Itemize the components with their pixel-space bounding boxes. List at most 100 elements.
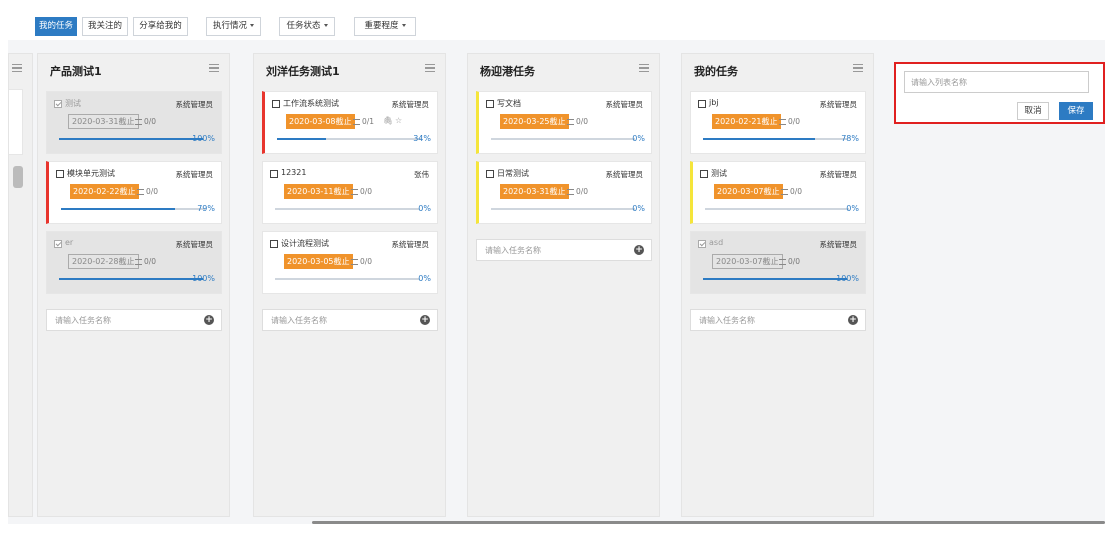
task-checkbox[interactable] (54, 100, 62, 108)
subtask-icon (567, 119, 574, 125)
column-title: 刘洋任务测试1 (266, 65, 340, 78)
task-card[interactable]: 日常测试 系统管理员 2020-03-31截止 0/0 0% (476, 161, 652, 224)
tab-my-tasks[interactable]: 我的任务 (35, 17, 77, 36)
add-task-field: + (476, 239, 652, 261)
horizontal-scrollbar[interactable] (312, 521, 1105, 524)
due-date-badge: 2020-02-21截止 (712, 114, 781, 129)
task-checkbox[interactable] (270, 240, 278, 248)
attachment-icon: 🖇 (383, 116, 394, 125)
task-card[interactable]: er 系统管理员 2020-02-28截止 0/0 100% (46, 231, 222, 294)
toolbar: 我的任务 我关注的 分享给我的 执行情况 任务状态 重要程度 (0, 0, 1105, 40)
subtask-count-value: 0/0 (360, 257, 373, 266)
task-assignee: 系统管理员 (391, 240, 430, 249)
add-icon[interactable]: + (420, 315, 430, 325)
progress-bar-fill (703, 138, 816, 140)
progress-percent: 100% (192, 274, 215, 283)
add-task-input[interactable] (691, 310, 841, 330)
subtask-count: 0/0 (137, 187, 158, 196)
progress-bar-fill (59, 278, 203, 280)
partial-card (9, 89, 23, 155)
task-card[interactable]: asd 系统管理员 2020-03-07截止 0/0 100% (690, 231, 866, 294)
save-button[interactable]: 保存 (1059, 102, 1093, 120)
task-card[interactable]: 测试 系统管理员 2020-03-07截止 0/0 0% (690, 161, 866, 224)
progress-percent: 0% (418, 204, 431, 213)
add-task-input[interactable] (477, 240, 627, 260)
progress-percent: 79% (197, 204, 215, 213)
add-icon[interactable]: + (204, 315, 214, 325)
add-icon[interactable]: + (848, 315, 858, 325)
new-list-name-input[interactable] (904, 71, 1089, 93)
task-checkbox[interactable] (700, 170, 708, 178)
task-checkbox[interactable] (54, 240, 62, 248)
tab-following[interactable]: 我关注的 (82, 17, 128, 36)
column-yangyinggang: 杨迎港任务 写文档 系统管理员 2020-03-25截止 0/0 0% 日常测试 系统管理员 2… (467, 53, 660, 517)
menu-icon[interactable] (639, 64, 649, 72)
due-date-badge: 2020-02-28截止 (68, 254, 139, 269)
task-assignee: 系统管理员 (605, 170, 644, 179)
task-card[interactable]: 12321 张伟 2020-03-11截止 0/0 0% (262, 161, 438, 224)
subtask-count: 0/0 (135, 257, 156, 266)
add-task-field: + (262, 309, 438, 331)
add-task-input[interactable] (47, 310, 197, 330)
menu-icon[interactable] (425, 64, 435, 72)
task-name: 工作流系统测试 (283, 99, 339, 108)
add-icon[interactable]: + (634, 245, 644, 255)
task-checkbox[interactable] (698, 240, 706, 248)
menu-icon[interactable] (12, 64, 22, 72)
task-card[interactable]: 模块单元测试 系统管理员 2020-02-22截止 0/0 79% (46, 161, 222, 224)
due-date-badge: 2020-03-25截止 (500, 114, 569, 129)
task-checkbox[interactable] (270, 170, 278, 178)
progress-percent: 100% (836, 274, 859, 283)
task-card[interactable]: 工作流系统测试 系统管理员 2020-03-08截止 0/1 🖇 ☆ 34% (262, 91, 438, 154)
task-card[interactable]: 设计流程测试 系统管理员 2020-03-05截止 0/0 0% (262, 231, 438, 294)
cancel-button[interactable]: 取消 (1017, 102, 1049, 120)
subtask-count: 0/0 (351, 187, 372, 196)
task-checkbox[interactable] (56, 170, 64, 178)
tab-shared-with-me[interactable]: 分享给我的 (133, 17, 188, 36)
progress-bar-fill (277, 138, 326, 140)
task-card[interactable]: jbj 系统管理员 2020-02-21截止 0/0 78% (690, 91, 866, 154)
progress-percent: 0% (418, 274, 431, 283)
due-date-badge: 2020-03-31截止 (68, 114, 139, 129)
task-name: 设计流程测试 (281, 239, 329, 248)
task-checkbox[interactable] (698, 100, 706, 108)
progress-percent: 100% (192, 134, 215, 143)
progress-bar (491, 208, 635, 210)
add-task-input[interactable] (263, 310, 413, 330)
subtask-icon (779, 259, 786, 265)
progress-bar (275, 278, 419, 280)
star-icon[interactable]: ☆ (395, 116, 402, 125)
task-name: er (65, 238, 74, 247)
subtask-count: 0/0 (351, 257, 372, 266)
subtask-icon (135, 119, 142, 125)
task-checkbox[interactable] (486, 170, 494, 178)
task-checkbox[interactable] (272, 100, 280, 108)
filter-status-label: 任务状态 (286, 21, 321, 31)
menu-icon[interactable] (209, 64, 219, 72)
filter-status-dropdown[interactable]: 任务状态 (279, 17, 335, 36)
chevron-down-icon (323, 24, 328, 27)
filter-priority-dropdown[interactable]: 重要程度 (354, 17, 416, 36)
task-card[interactable]: 测试 系统管理员 2020-03-31截止 0/0 100% (46, 91, 222, 154)
new-list-form: 取消 保存 (894, 62, 1105, 124)
subtask-count-value: 0/0 (576, 187, 589, 196)
task-checkbox[interactable] (486, 100, 494, 108)
subtask-count: 0/0 (135, 117, 156, 126)
task-assignee: 系统管理员 (605, 100, 644, 109)
task-name: 写文档 (497, 99, 521, 108)
progress-bar (705, 208, 849, 210)
task-assignee: 张伟 (414, 170, 429, 179)
menu-icon[interactable] (853, 64, 863, 72)
task-name: asd (709, 238, 724, 247)
task-assignee: 系统管理员 (819, 100, 858, 109)
column-liuyang-test: 刘洋任务测试1 工作流系统测试 系统管理员 2020-03-08截止 0/1 🖇 ☆ 34% 1… (253, 53, 446, 517)
subtask-count-value: 0/0 (144, 117, 157, 126)
task-name: 日常测试 (497, 169, 529, 178)
column-product-test: 产品测试1 测试 系统管理员 2020-03-31截止 0/0 100% 模块单元测试 系统管… (37, 53, 230, 517)
filter-execution-dropdown[interactable]: 执行情况 (206, 17, 261, 36)
task-assignee: 系统管理员 (175, 100, 214, 109)
task-assignee: 系统管理员 (175, 240, 214, 249)
due-date-badge: 2020-03-07截止 (714, 184, 783, 199)
task-card[interactable]: 写文档 系统管理员 2020-03-25截止 0/0 0% (476, 91, 652, 154)
progress-percent: 0% (632, 134, 645, 143)
